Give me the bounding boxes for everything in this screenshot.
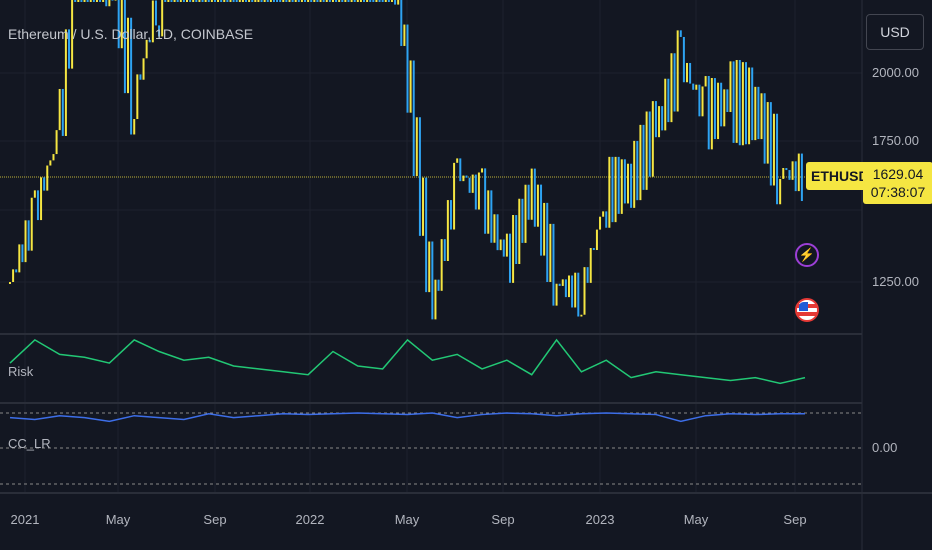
bar-countdown: 07:38:07	[870, 184, 926, 200]
cc-lr-pane-label: CC_LR	[8, 436, 51, 451]
price-series	[9, 0, 803, 320]
last-price-box: 1629.04 07:38:07	[863, 162, 932, 204]
time-tick: May	[683, 512, 709, 527]
price-tick: 2000.00	[872, 65, 919, 80]
lightning-icon[interactable]: ⚡	[795, 243, 819, 267]
chart-canvas[interactable]	[0, 0, 932, 550]
us-flag-icon[interactable]	[795, 298, 819, 322]
price-tick: 1750.00	[872, 133, 919, 148]
indicator-tick: 0.00	[872, 440, 898, 455]
time-tick: Sep	[203, 512, 227, 527]
price-tick: 1250.00	[872, 274, 919, 289]
currency-button[interactable]: USD	[866, 14, 924, 50]
time-tick: 2021	[10, 512, 40, 527]
time-tick: May	[394, 512, 420, 527]
time-tick: 2022	[295, 512, 325, 527]
chart-title: Ethereum / U.S. Dollar, 1D, COINBASE	[8, 26, 254, 42]
last-price: 1629.04	[872, 166, 924, 182]
time-tick: Sep	[491, 512, 515, 527]
risk-pane-label: Risk	[8, 364, 34, 379]
time-tick: Sep	[783, 512, 807, 527]
time-tick: May	[105, 512, 131, 527]
time-tick: 2023	[585, 512, 615, 527]
